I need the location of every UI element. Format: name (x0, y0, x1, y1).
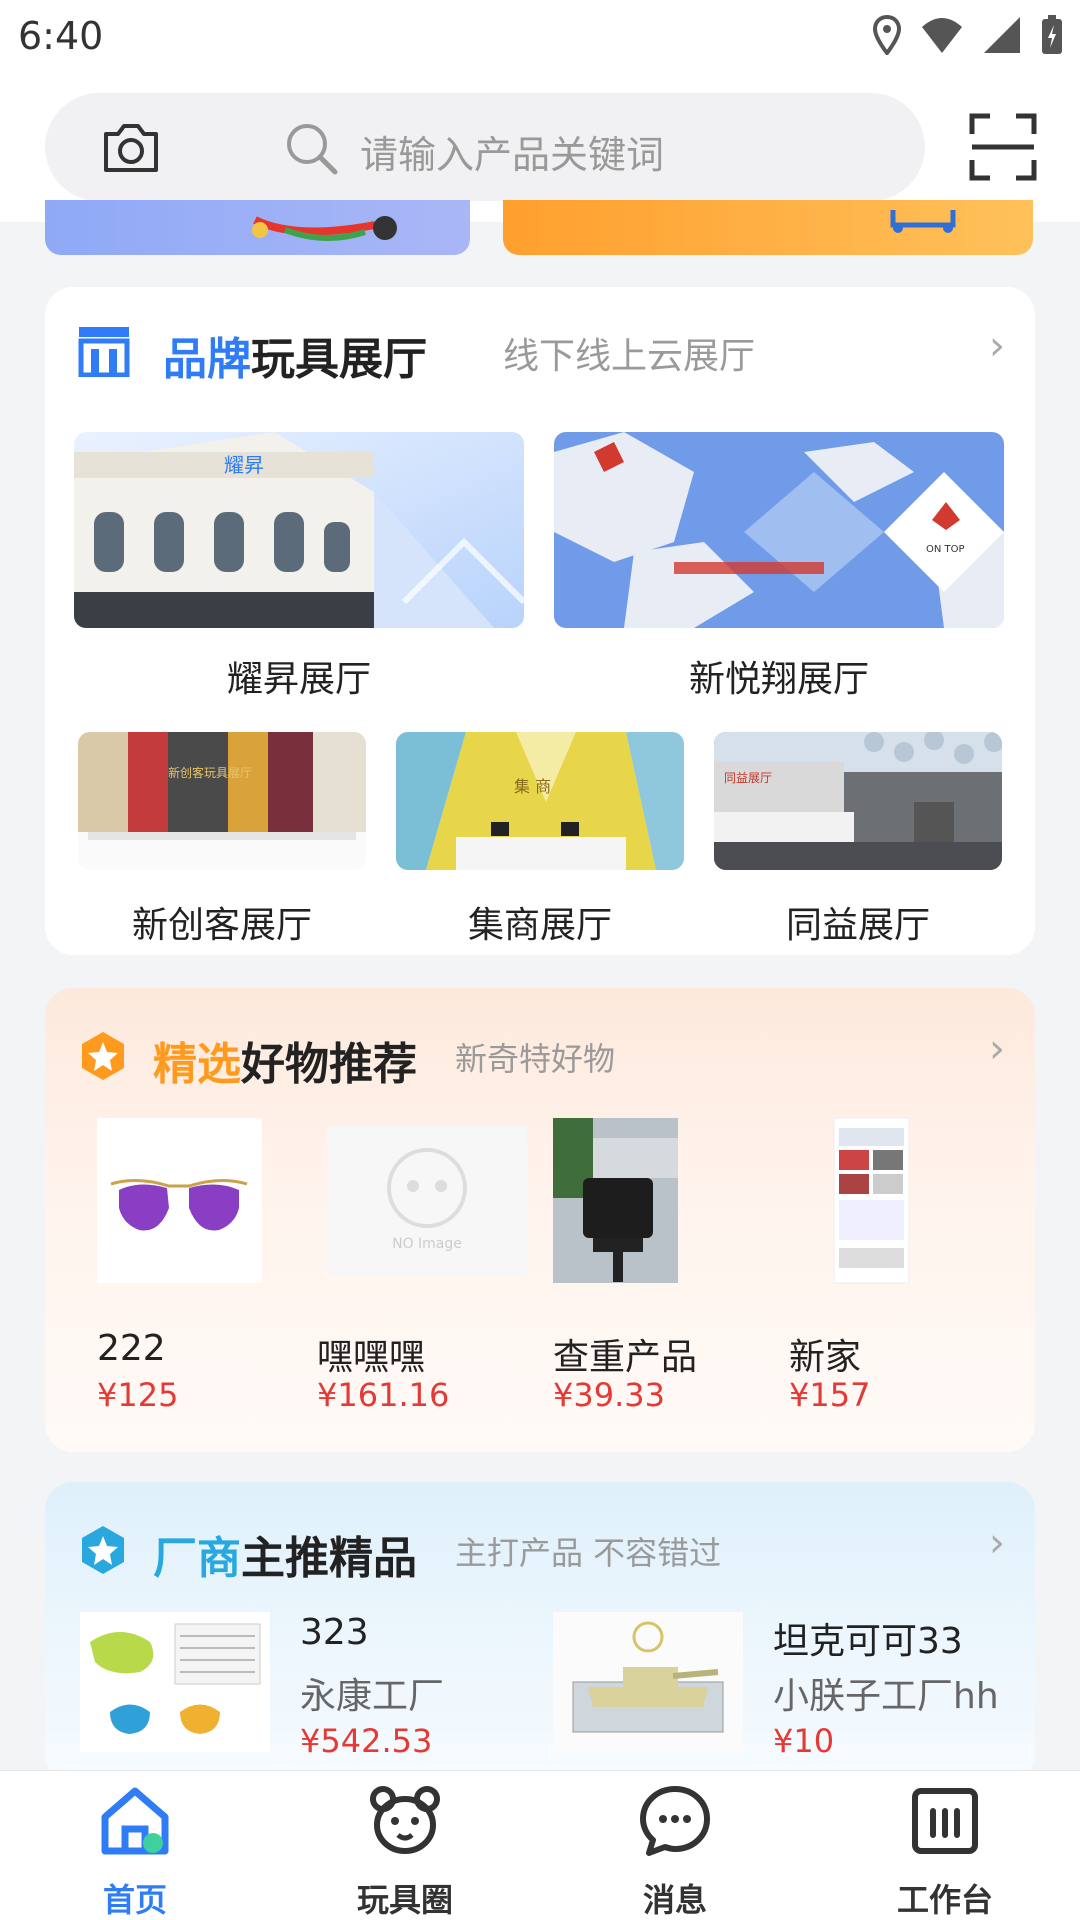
hall-image: 耀昇 (74, 432, 524, 628)
signal-icon (984, 17, 1020, 53)
hall-tile[interactable]: 集 商 集商展厅 (396, 732, 684, 946)
product-card[interactable]: 新家 ¥157 (789, 1118, 1019, 1418)
hall-sign-text: 同益展厅 (724, 771, 772, 785)
banner-right[interactable] (503, 200, 1033, 255)
location-icon (872, 15, 902, 55)
picks-title: 精选好物推荐 (153, 1039, 417, 1090)
hall-image: 新创客玩具展厅 (78, 732, 366, 870)
nav-label: 玩具圈 (356, 1881, 453, 1919)
product-image (97, 1118, 262, 1283)
star-badge-icon (82, 1526, 124, 1574)
hall-image: 同益展厅 (714, 732, 1002, 870)
hall-sign-text: 集 商 (514, 777, 551, 796)
dashboard-icon (912, 1788, 978, 1854)
product-image (553, 1612, 743, 1752)
showroom-title: 品牌玩具展厅 (163, 334, 427, 385)
search-input[interactable]: 请输入产品关键词 (360, 124, 664, 179)
featured-product[interactable]: 323 永康工厂 ¥542.53 (80, 1612, 550, 1782)
status-time: 6:40 (18, 14, 104, 58)
product-price: ¥125 (97, 1376, 179, 1414)
manufacturer-title: 厂商主推精品 (153, 1533, 417, 1584)
search-icon (287, 124, 338, 175)
factory-name: 永康工厂 (300, 1676, 445, 1717)
hall-tile[interactable]: 新创客玩具展厅 新创客展厅 (78, 732, 366, 946)
picks-subtitle: 新奇特好物 (455, 1040, 616, 1078)
hall-sign-text: 新创客玩具展厅 (168, 765, 252, 780)
banner-toy-graphic (252, 216, 397, 241)
hall-image: 集 商 (396, 732, 684, 870)
product-name: 查重产品 (553, 1337, 698, 1378)
product-name: 嘿嘿嘿 (317, 1337, 426, 1378)
chevron-right-icon[interactable]: › (989, 1520, 1005, 1566)
showroom-icon (78, 327, 130, 377)
product-card[interactable]: NO Image 嘿嘿嘿 ¥161.16 (317, 1118, 547, 1418)
picks-header[interactable]: 精选好物推荐 新奇特好物 › (45, 988, 1035, 1118)
hall-label: 新创客展厅 (131, 905, 312, 946)
camera-icon[interactable] (100, 120, 162, 174)
product-card[interactable]: 222 ¥125 (97, 1118, 327, 1418)
hall-image: ON TOP (554, 432, 1004, 628)
factory-name: 小朕子工厂hh (773, 1676, 999, 1717)
chat-icon (640, 1786, 710, 1856)
manufacturer-card: 厂商主推精品 主打产品 不容错过 › 323 永康工厂 ¥542.53 坦克可可… (45, 1482, 1035, 1782)
product-name: 323 (300, 1612, 369, 1653)
product-image (833, 1118, 910, 1284)
product-price: ¥10 (773, 1722, 835, 1760)
hall-sign-text: ON TOP (926, 544, 965, 555)
showroom-card: 品牌玩具展厅 线下线上云展厅 › 耀昇 耀昇展厅 ON TOP 新悦翔展厅 新创… (45, 287, 1035, 955)
product-name: 新家 (789, 1337, 862, 1378)
scan-icon[interactable] (968, 112, 1038, 182)
bottom-nav: 首页 玩具圈 消息 工作台 (0, 1770, 1080, 1920)
picks-card: 精选好物推荐 新奇特好物 › 222 ¥125 NO Image 嘿嘿嘿 ¥16… (45, 988, 1035, 1452)
star-badge-icon (82, 1032, 124, 1080)
manufacturer-header[interactable]: 厂商主推精品 主打产品 不容错过 › (45, 1482, 1035, 1612)
hall-sign-text: 耀昇 (224, 453, 264, 477)
nav-toy-circle[interactable]: 玩具圈 (270, 1771, 540, 1920)
hall-tile[interactable]: 同益展厅 同益展厅 (714, 732, 1002, 946)
product-name: 坦克可可33 (773, 1621, 963, 1662)
hall-label: 集商展厅 (467, 905, 612, 946)
nav-label: 工作台 (896, 1881, 993, 1919)
featured-product[interactable]: 坦克可可33 小朕子工厂hh ¥10 (553, 1612, 1023, 1782)
product-price: ¥542.53 (300, 1722, 433, 1760)
product-price: ¥39.33 (553, 1376, 665, 1414)
nav-home[interactable]: 首页 (0, 1771, 270, 1920)
banner-left[interactable] (45, 200, 470, 255)
nav-label: 首页 (102, 1881, 167, 1919)
home-icon (101, 1787, 169, 1855)
product-image (80, 1612, 270, 1752)
chevron-right-icon[interactable]: › (989, 323, 1005, 369)
search-box[interactable]: 请输入产品关键词 (45, 93, 925, 201)
battery-icon (1042, 15, 1062, 54)
showroom-header[interactable]: 品牌玩具展厅 线下线上云展厅 › (45, 287, 1035, 417)
hall-label: 新悦翔展厅 (688, 659, 869, 700)
bear-icon (370, 1786, 440, 1854)
product-card[interactable]: 查重产品 ¥39.33 (553, 1118, 783, 1418)
product-price: ¥161.16 (317, 1376, 450, 1414)
banner-cart-graphic (890, 210, 956, 233)
product-name: 222 (97, 1328, 166, 1369)
hall-tile[interactable]: 耀昇 耀昇展厅 (74, 432, 524, 700)
status-icons (872, 14, 1064, 56)
nav-messages[interactable]: 消息 (540, 1771, 810, 1920)
nav-workbench[interactable]: 工作台 (810, 1771, 1080, 1920)
hall-label: 耀昇展厅 (226, 659, 371, 700)
product-image (553, 1118, 678, 1283)
wifi-icon (922, 18, 962, 53)
product-image: NO Image (327, 1126, 527, 1276)
hall-tile[interactable]: ON TOP 新悦翔展厅 (554, 432, 1004, 700)
hall-label: 同益展厅 (785, 905, 930, 946)
no-image-text: NO Image (392, 1236, 462, 1252)
status-bar: 6:40 (0, 0, 1080, 72)
manufacturer-subtitle: 主打产品 不容错过 (455, 1534, 722, 1572)
nav-label: 消息 (642, 1881, 707, 1919)
showroom-subtitle: 线下线上云展厅 (503, 336, 756, 377)
product-price: ¥157 (789, 1376, 871, 1414)
chevron-right-icon[interactable]: › (989, 1026, 1005, 1072)
